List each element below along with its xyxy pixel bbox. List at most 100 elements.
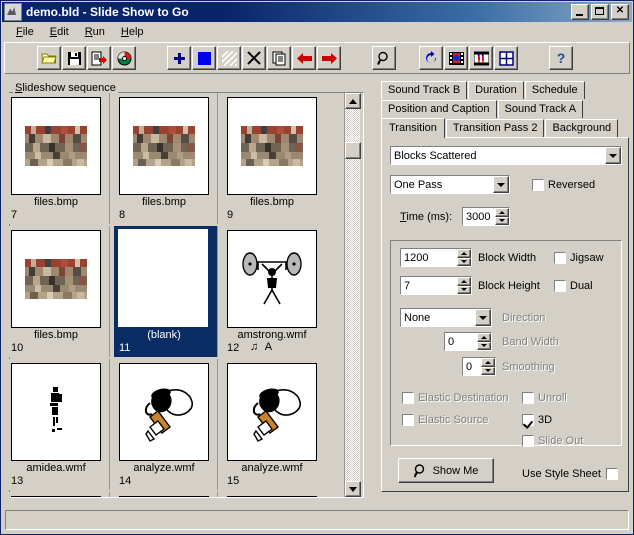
slide-item-selected[interactable]: (blank) 11: [114, 226, 218, 357]
minimize-button[interactable]: [571, 4, 589, 20]
smoothing-value: 0: [466, 360, 473, 373]
show-me-button[interactable]: Show Me: [398, 458, 494, 483]
spinner-buttons[interactable]: [457, 249, 471, 266]
menu-help[interactable]: Help: [113, 24, 152, 40]
slide-number: 8: [119, 209, 126, 221]
time-spinner[interactable]: 3000: [462, 207, 510, 226]
slide-item[interactable]: [114, 492, 218, 497]
slide-item[interactable]: files.bmp 8: [114, 93, 218, 224]
spinner-up-button[interactable]: [457, 249, 471, 258]
slide-item[interactable]: analyze.wmf 15: [222, 359, 326, 490]
time-label: Time (ms):: [400, 211, 453, 223]
spinner-down-button[interactable]: [457, 257, 471, 266]
maximize-button[interactable]: [591, 4, 609, 20]
band-width-spinner[interactable]: 0: [444, 332, 492, 351]
scroll-down-button[interactable]: [345, 481, 361, 497]
block-width-spinner[interactable]: 1200: [400, 248, 472, 267]
app-icon: [4, 3, 22, 21]
weightlifter-clipart-icon: [242, 252, 302, 305]
slide-item[interactable]: amstrong.wmf 12 ♫ A: [222, 226, 326, 357]
sequence-scrollbar[interactable]: [344, 93, 361, 497]
transition-effect-value: Blocks Scattered: [394, 149, 477, 162]
spinner-buttons[interactable]: [495, 208, 509, 225]
spinner-down-button[interactable]: [481, 366, 495, 375]
close-button[interactable]: ✕: [611, 4, 629, 20]
menu-file[interactable]: File: [8, 24, 42, 40]
tab-sound-track-a[interactable]: Sound Track A: [497, 100, 584, 118]
refresh-button[interactable]: [419, 46, 443, 70]
spinner-up-button[interactable]: [495, 208, 509, 217]
chevron-down-icon[interactable]: [475, 309, 491, 326]
slide-out-checkbox[interactable]: Slide Out: [522, 435, 583, 447]
chevron-down-icon[interactable]: [493, 176, 509, 193]
bitmap-preview-icon: [25, 126, 87, 166]
help-button[interactable]: ?: [549, 46, 573, 70]
save-button[interactable]: [62, 46, 86, 70]
tab-sound-track-b[interactable]: Sound Track B: [381, 81, 468, 99]
tab-background[interactable]: Background: [545, 119, 619, 137]
color-fill-button[interactable]: [192, 46, 216, 70]
move-right-button[interactable]: [317, 46, 341, 70]
tab-schedule[interactable]: Schedule: [524, 81, 585, 99]
transition-effect-combo[interactable]: Blocks Scattered: [390, 146, 622, 165]
chevron-down-icon[interactable]: [605, 147, 621, 164]
slide-item[interactable]: amidea.wmf 13: [6, 359, 110, 490]
menu-edit[interactable]: Edit: [42, 24, 77, 40]
slide-item[interactable]: [6, 492, 110, 497]
block-height-label: Block Height: [478, 280, 540, 292]
tab-transition[interactable]: Transition: [381, 118, 445, 138]
spinner-buttons[interactable]: [477, 333, 491, 350]
slide-item[interactable]: [222, 492, 326, 497]
elastic-destination-checkbox[interactable]: Elastic Destination: [402, 392, 509, 404]
block-height-spinner[interactable]: 7: [400, 276, 472, 295]
band-width-label: Band Width: [502, 336, 559, 348]
tab-transition-pass-2[interactable]: Transition Pass 2: [445, 119, 545, 137]
smoothing-spinner[interactable]: 0: [462, 357, 496, 376]
cd-button[interactable]: [112, 46, 136, 70]
export-button[interactable]: [87, 46, 111, 70]
spinner-buttons[interactable]: [481, 358, 495, 375]
add-slide-button[interactable]: [167, 46, 191, 70]
slide-item[interactable]: files.bmp 10: [6, 226, 110, 357]
spinner-down-button[interactable]: [457, 285, 471, 294]
spinner-buttons[interactable]: [457, 277, 471, 294]
film-strip-button[interactable]: [444, 46, 468, 70]
elastic-source-checkbox[interactable]: Elastic Source: [402, 414, 488, 426]
delete-icon: [247, 51, 261, 65]
spinner-up-button[interactable]: [477, 333, 491, 342]
slideshow-button[interactable]: [469, 46, 493, 70]
scrollbar-thumb[interactable]: [345, 142, 361, 159]
open-button[interactable]: [37, 46, 61, 70]
direction-combo[interactable]: None: [400, 308, 492, 327]
slide-thumbnail: [119, 363, 209, 461]
slide-thumbnail: [118, 229, 208, 327]
dual-checkbox[interactable]: Dual: [554, 280, 593, 292]
slide-grid: files.bmp 7 files.bmp 8 files.bmp 9 file…: [6, 93, 338, 497]
tab-duration[interactable]: Duration: [468, 81, 524, 99]
use-style-sheet-checkbox[interactable]: Use Style Sheet: [522, 468, 618, 480]
delete-button[interactable]: [242, 46, 266, 70]
preview-button[interactable]: [372, 46, 396, 70]
slide-list[interactable]: files.bmp 7 files.bmp 8 files.bmp 9 file…: [6, 93, 338, 497]
transition-pass-combo[interactable]: One Pass: [390, 175, 510, 194]
grid-view-button[interactable]: [494, 46, 518, 70]
slide-item[interactable]: files.bmp 7: [6, 93, 110, 224]
pattern-button[interactable]: [217, 46, 241, 70]
scroll-up-button[interactable]: [345, 93, 361, 109]
copy-button[interactable]: [267, 46, 291, 70]
reversed-checkbox[interactable]: Reversed: [532, 179, 595, 191]
unroll-checkbox[interactable]: Unroll: [522, 392, 567, 404]
spinner-down-button[interactable]: [477, 341, 491, 350]
slide-item[interactable]: analyze.wmf 14: [114, 359, 218, 490]
spinner-down-button[interactable]: [495, 216, 509, 225]
spinner-up-button[interactable]: [457, 277, 471, 286]
jigsaw-checkbox[interactable]: Jigsaw: [554, 252, 604, 264]
slide-thumbnail: [227, 230, 317, 328]
analyze-clipart-icon: [252, 388, 302, 442]
menu-run[interactable]: Run: [77, 24, 113, 40]
slide-item[interactable]: files.bmp 9: [222, 93, 326, 224]
spinner-up-button[interactable]: [481, 358, 495, 367]
threed-checkbox[interactable]: 3D: [522, 414, 552, 426]
move-left-button[interactable]: [292, 46, 316, 70]
tab-position-and-caption[interactable]: Position and Caption: [381, 100, 497, 118]
